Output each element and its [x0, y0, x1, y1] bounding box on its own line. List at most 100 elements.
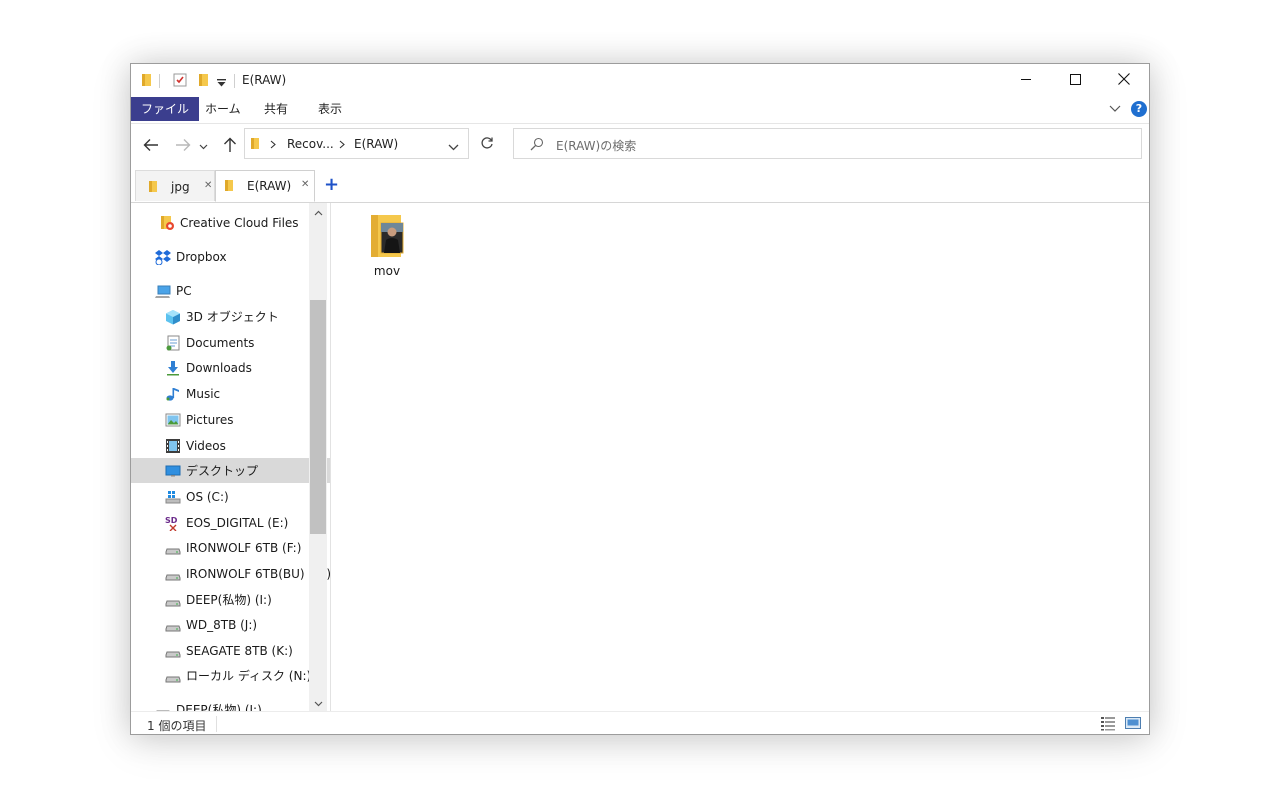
breadcrumb-current[interactable]: E(RAW) [354, 137, 398, 151]
scroll-up-button[interactable] [309, 203, 327, 220]
close-tab-icon[interactable]: ✕ [204, 180, 212, 191]
search-placeholder: E(RAW)の検索 [556, 139, 637, 153]
sidebar-item-label: Music [186, 386, 221, 401]
sidebar-item-label: Documents [186, 335, 255, 350]
downloads-icon [165, 360, 181, 376]
scroll-down-button[interactable] [309, 694, 327, 711]
breadcrumb-recovery[interactable]: Recov... [287, 137, 334, 151]
sd-card-icon: SD [165, 515, 181, 531]
details-view-icon[interactable] [1100, 715, 1116, 731]
close-button[interactable] [1101, 64, 1147, 97]
minimize-icon [1020, 74, 1032, 88]
sidebar-item-label: EOS_DIGITAL (E:) [186, 515, 289, 530]
back-button[interactable] [140, 136, 162, 156]
chevron-down-icon [199, 139, 208, 153]
sidebar-item-3d-objects[interactable]: 3D オブジェクト [131, 304, 330, 329]
sidebar-item-os-c[interactable]: OS (C:) [131, 484, 330, 509]
new-folder-icon[interactable] [198, 73, 210, 90]
sidebar-item-pc[interactable]: PC [131, 278, 330, 303]
folder-icon [224, 179, 235, 195]
sidebar-item-ironwolf-f[interactable]: IRONWOLF 6TB (F:) [131, 535, 330, 560]
chevron-up-icon [314, 205, 323, 219]
drive-icon [165, 643, 181, 659]
refresh-button[interactable] [474, 129, 500, 159]
3d-objects-icon [165, 309, 181, 325]
tab-eraw[interactable]: E(RAW) ✕ [215, 170, 315, 202]
maximize-button[interactable] [1052, 64, 1098, 97]
ribbon: ファイル ホーム 共有 表示 ? [131, 97, 1149, 124]
up-arrow-icon [223, 137, 237, 156]
maximize-icon [1069, 73, 1081, 88]
sidebar-item-documents[interactable]: Documents [131, 330, 330, 355]
folder-icon [250, 137, 261, 153]
sidebar-item-label: Downloads [186, 360, 252, 375]
recent-locations-button[interactable] [197, 136, 209, 156]
dropbox-icon [155, 249, 171, 265]
expand-ribbon-icon[interactable] [1109, 103, 1121, 117]
sidebar-scroll-thumb[interactable] [310, 300, 326, 534]
sidebar-item-label: 3D オブジェクト [186, 310, 279, 324]
sidebar-item-seagate[interactable]: SEAGATE 8TB (K:) [131, 638, 330, 663]
up-button[interactable] [219, 136, 241, 156]
sidebar-item-label: SEAGATE 8TB (K:) [186, 643, 293, 658]
chevron-down-icon [314, 696, 323, 710]
status-bar: 1 個の項目 [131, 711, 1149, 734]
sidebar-item-music[interactable]: Music [131, 381, 330, 406]
svg-text:SD: SD [165, 516, 178, 525]
folder-item-mov[interactable]: mov [359, 213, 415, 283]
help-icon[interactable]: ? [1131, 101, 1147, 117]
folder-icon [148, 180, 159, 196]
sidebar-item-deep-i[interactable]: DEEP(私物) (I:) [131, 587, 330, 612]
customize-quick-access-icon[interactable] [217, 76, 226, 90]
os-drive-icon [165, 489, 181, 505]
videos-icon [165, 438, 181, 454]
large-icons-view-icon[interactable] [1125, 715, 1141, 731]
breadcrumb-separator-icon [270, 138, 277, 152]
sidebar-item-eos-digital[interactable]: SD EOS_DIGITAL (E:) [131, 510, 330, 535]
breadcrumb-separator-icon [339, 138, 346, 152]
close-tab-icon[interactable]: ✕ [301, 179, 309, 190]
sidebar-item-label: Dropbox [176, 249, 227, 264]
sidebar-item-desktop[interactable]: デスクトップ [131, 458, 330, 483]
sidebar-item-videos[interactable]: Videos [131, 433, 330, 458]
drive-icon [165, 566, 181, 582]
sidebar-item-label: ローカル ディスク (N:) [186, 669, 312, 683]
sidebar-item-label: IRONWOLF 6TB (F:) [186, 540, 302, 555]
minimize-button[interactable] [1003, 64, 1049, 97]
desktop-icon [165, 463, 181, 479]
search-box[interactable]: E(RAW)の検索 [513, 128, 1142, 159]
tab-view[interactable]: 表示 [306, 97, 354, 121]
folder-with-photo-icon [369, 213, 405, 262]
sidebar-item-wd-8tb[interactable]: WD_8TB (J:) [131, 612, 330, 637]
sidebar-item-downloads[interactable]: Downloads [131, 355, 330, 380]
properties-icon[interactable] [173, 73, 187, 90]
drive-icon [165, 540, 181, 556]
tab-share[interactable]: 共有 [252, 97, 300, 121]
sidebar-item-label: DEEP(私物) (I:) [186, 593, 272, 607]
new-tab-button[interactable]: + [324, 176, 339, 194]
sidebar-item-label: デスクトップ [186, 464, 259, 478]
sidebar-item-pictures[interactable]: Pictures [131, 407, 330, 432]
sidebar-item-label: PC [176, 283, 192, 298]
sidebar-item-label: Videos [186, 438, 226, 453]
sidebar-item-label: WD_8TB (J:) [186, 617, 258, 632]
drive-icon [165, 617, 181, 633]
sidebar-item-deep-i-network[interactable]: DEEP(私物) (I:) [131, 697, 330, 711]
tab-home[interactable]: ホーム [193, 97, 253, 121]
close-icon [1118, 73, 1130, 88]
drive-icon [165, 592, 181, 608]
sidebar-item-dropbox[interactable]: Dropbox [131, 244, 330, 269]
sidebar-item-creative-cloud[interactable]: Creative Cloud Files [131, 210, 330, 235]
tab-file[interactable]: ファイル [131, 97, 200, 121]
tab-jpg[interactable]: jpg ✕ [135, 170, 215, 201]
creative-cloud-folder-icon [159, 215, 175, 231]
tab-label: E(RAW) [247, 179, 292, 193]
sidebar-item-local-disk-n[interactable]: ローカル ディスク (N:) [131, 663, 330, 688]
file-name: mov [373, 264, 401, 278]
address-bar[interactable]: Recov... E(RAW) [244, 128, 469, 159]
sidebar-item-label: Creative Cloud Files [180, 215, 299, 230]
sidebar-item-ironwolf-g[interactable]: IRONWOLF 6TB(BU) (G:) [131, 561, 330, 586]
forward-button[interactable] [172, 136, 194, 156]
address-dropdown-icon[interactable] [448, 140, 459, 154]
folder-tabs: jpg ✕ E(RAW) ✕ + [131, 168, 1149, 203]
